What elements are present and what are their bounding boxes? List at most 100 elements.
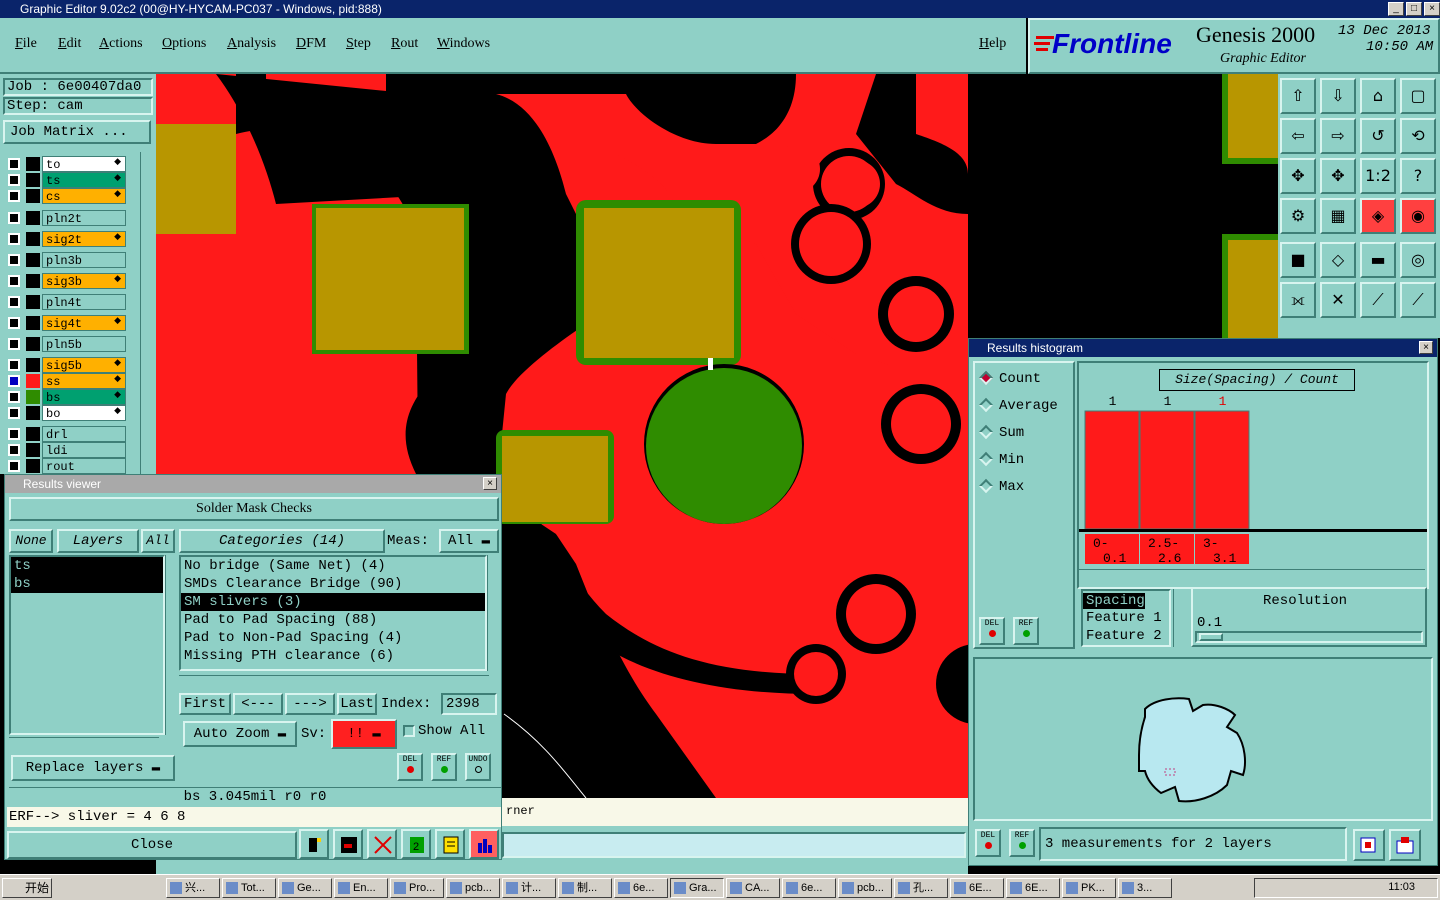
mode-sum[interactable]: Sum [978,425,1024,441]
layer-row-bs[interactable]: bs ◆ [4,389,126,405]
meas-select[interactable]: All ▬ [439,529,499,553]
home-icon[interactable]: ⌂ [1360,78,1396,114]
preview-ref-button[interactable]: REF [1009,829,1035,857]
layer-row-to[interactable]: to ◆ [4,156,126,172]
export-icon[interactable] [1353,829,1385,861]
close-icon[interactable]: × [1424,2,1440,16]
histogram-bar[interactable] [1194,410,1250,530]
layer-checkbox[interactable] [8,460,20,472]
ref-cross-icon[interactable] [367,829,397,859]
undo-zoom-icon[interactable]: ↺ [1360,118,1396,154]
taskbar-item[interactable]: Tot... [222,878,276,898]
menu-actions[interactable]: Actions [99,36,143,52]
redraw-icon[interactable]: ⟲ [1400,118,1436,154]
prev-button[interactable]: <--- [233,693,283,715]
connect-icon[interactable]: ⟗ [1280,282,1316,318]
mode-max[interactable]: Max [978,479,1024,495]
taskbar-item[interactable]: pcb... [446,878,500,898]
taskbar-item[interactable]: CA... [726,878,780,898]
auto-zoom-button[interactable]: Auto Zoom ▬ [183,721,297,747]
layer-row-pln5b[interactable]: pln5b [4,336,126,352]
last-button[interactable]: Last [337,693,377,715]
list-item[interactable]: ts [11,557,163,575]
next-button[interactable]: ---> [285,693,335,715]
taskbar-item[interactable]: 6e... [614,878,668,898]
all-button[interactable]: All [141,529,175,553]
categories-button[interactable]: Categories (14) [179,529,385,553]
layer-checkbox[interactable] [8,190,20,202]
taskbar-item[interactable]: 计... [502,878,556,898]
layer-row-bo[interactable]: bo ◆ [4,405,126,421]
histogram-ref-button[interactable]: REF [1013,617,1039,645]
menu-help[interactable]: Help [979,36,1006,52]
layer-name[interactable]: pln3b [42,252,126,268]
route-icon[interactable]: ⟋ [1360,282,1396,318]
slider-thumb[interactable] [1199,633,1223,641]
minimize-icon[interactable]: _ [1388,2,1404,16]
list-item[interactable]: Spacing [1083,593,1145,609]
layer-row-ss[interactable]: ss ◆ [4,373,126,389]
layers-button[interactable]: Layers [57,529,139,553]
taskbar-item[interactable]: Gra... [670,878,724,898]
properties-icon[interactable]: ⚙ [1280,198,1316,234]
none-button[interactable]: None [9,529,53,553]
first-button[interactable]: First [179,693,231,715]
taskbar-item[interactable]: 孔... [894,878,948,898]
layer-checkbox[interactable] [8,338,20,350]
histogram-bar[interactable] [1139,410,1195,530]
taskbar-item[interactable]: 6E... [1006,878,1060,898]
results-viewer-titlebar[interactable]: Results viewer [5,475,501,493]
menu-edit[interactable]: Edit [58,36,81,52]
layer-checkbox[interactable] [8,317,20,329]
histogram-close-icon[interactable]: × [1419,341,1433,354]
category-item[interactable]: Pad to Non-Pad Spacing (4) [181,629,485,647]
layer-result-list[interactable]: ts bs [9,555,165,735]
menu-options[interactable]: Options [162,36,206,52]
pad-icon[interactable]: ■ [1280,242,1316,278]
shape-icon[interactable]: ◇ [1320,242,1356,278]
layer-name[interactable]: rout [42,458,126,474]
del-button[interactable]: DEL [397,753,423,781]
layer-row-sig2t[interactable]: sig2t ◆ [4,231,126,247]
layer-scrollbar[interactable] [140,152,152,474]
layer-checkbox[interactable] [8,296,20,308]
layer-checkbox[interactable] [8,174,20,186]
fit-icon[interactable]: ▢ [1400,78,1436,114]
taskbar-item[interactable]: Pro... [390,878,444,898]
histogram-hscroll[interactable] [1079,569,1425,581]
one-to-one-icon[interactable]: 1:2 [1360,158,1396,194]
layer-name[interactable]: ldi [42,442,126,458]
index-input[interactable]: 2398 [441,693,497,715]
menu-step[interactable]: Step [346,36,371,52]
layer-list-scrollbar[interactable] [165,555,177,735]
menu-rout[interactable]: Rout [391,36,418,52]
ruler-icon[interactable]: ▬ [1360,242,1396,278]
command-input[interactable] [502,832,966,858]
layer-checkbox[interactable] [8,407,20,419]
menu-file[interactable]: File [15,36,37,52]
layer-row-ts[interactable]: ts ◆ [4,172,126,188]
mode-average[interactable]: Average [978,398,1058,414]
show-all-checkbox[interactable] [403,725,415,737]
print-icon[interactable] [1389,829,1421,861]
select-icon[interactable]: ◎ [1400,242,1436,278]
start-button[interactable]: 开始 [2,878,52,898]
layer-checkbox[interactable] [8,275,20,287]
job-matrix-button[interactable]: Job Matrix ... [3,120,151,144]
layer-checkbox[interactable] [8,233,20,245]
layer-checkbox[interactable] [8,212,20,224]
category-hscroll[interactable] [179,675,489,685]
list-item[interactable]: Feature 1 [1083,609,1169,627]
layer-name[interactable]: pln2t [42,210,126,226]
zoom-home-icon[interactable]: ⇧ [1280,78,1316,114]
layer-name[interactable]: pln5b [42,336,126,352]
category-list[interactable]: No bridge (Same Net) (4) SMDs Clearance B… [179,555,487,671]
pan-left-icon[interactable]: ⇦ [1280,118,1316,154]
histogram-icon[interactable] [469,829,499,859]
layer-row-drl[interactable]: drl [4,426,126,442]
layer-list-hscroll[interactable] [9,737,159,749]
category-item[interactable]: SM slivers (3) [181,593,485,611]
list-item[interactable]: bs [11,575,163,593]
mode-min[interactable]: Min [978,452,1024,468]
layer-row-ldi[interactable]: ldi [4,442,126,458]
